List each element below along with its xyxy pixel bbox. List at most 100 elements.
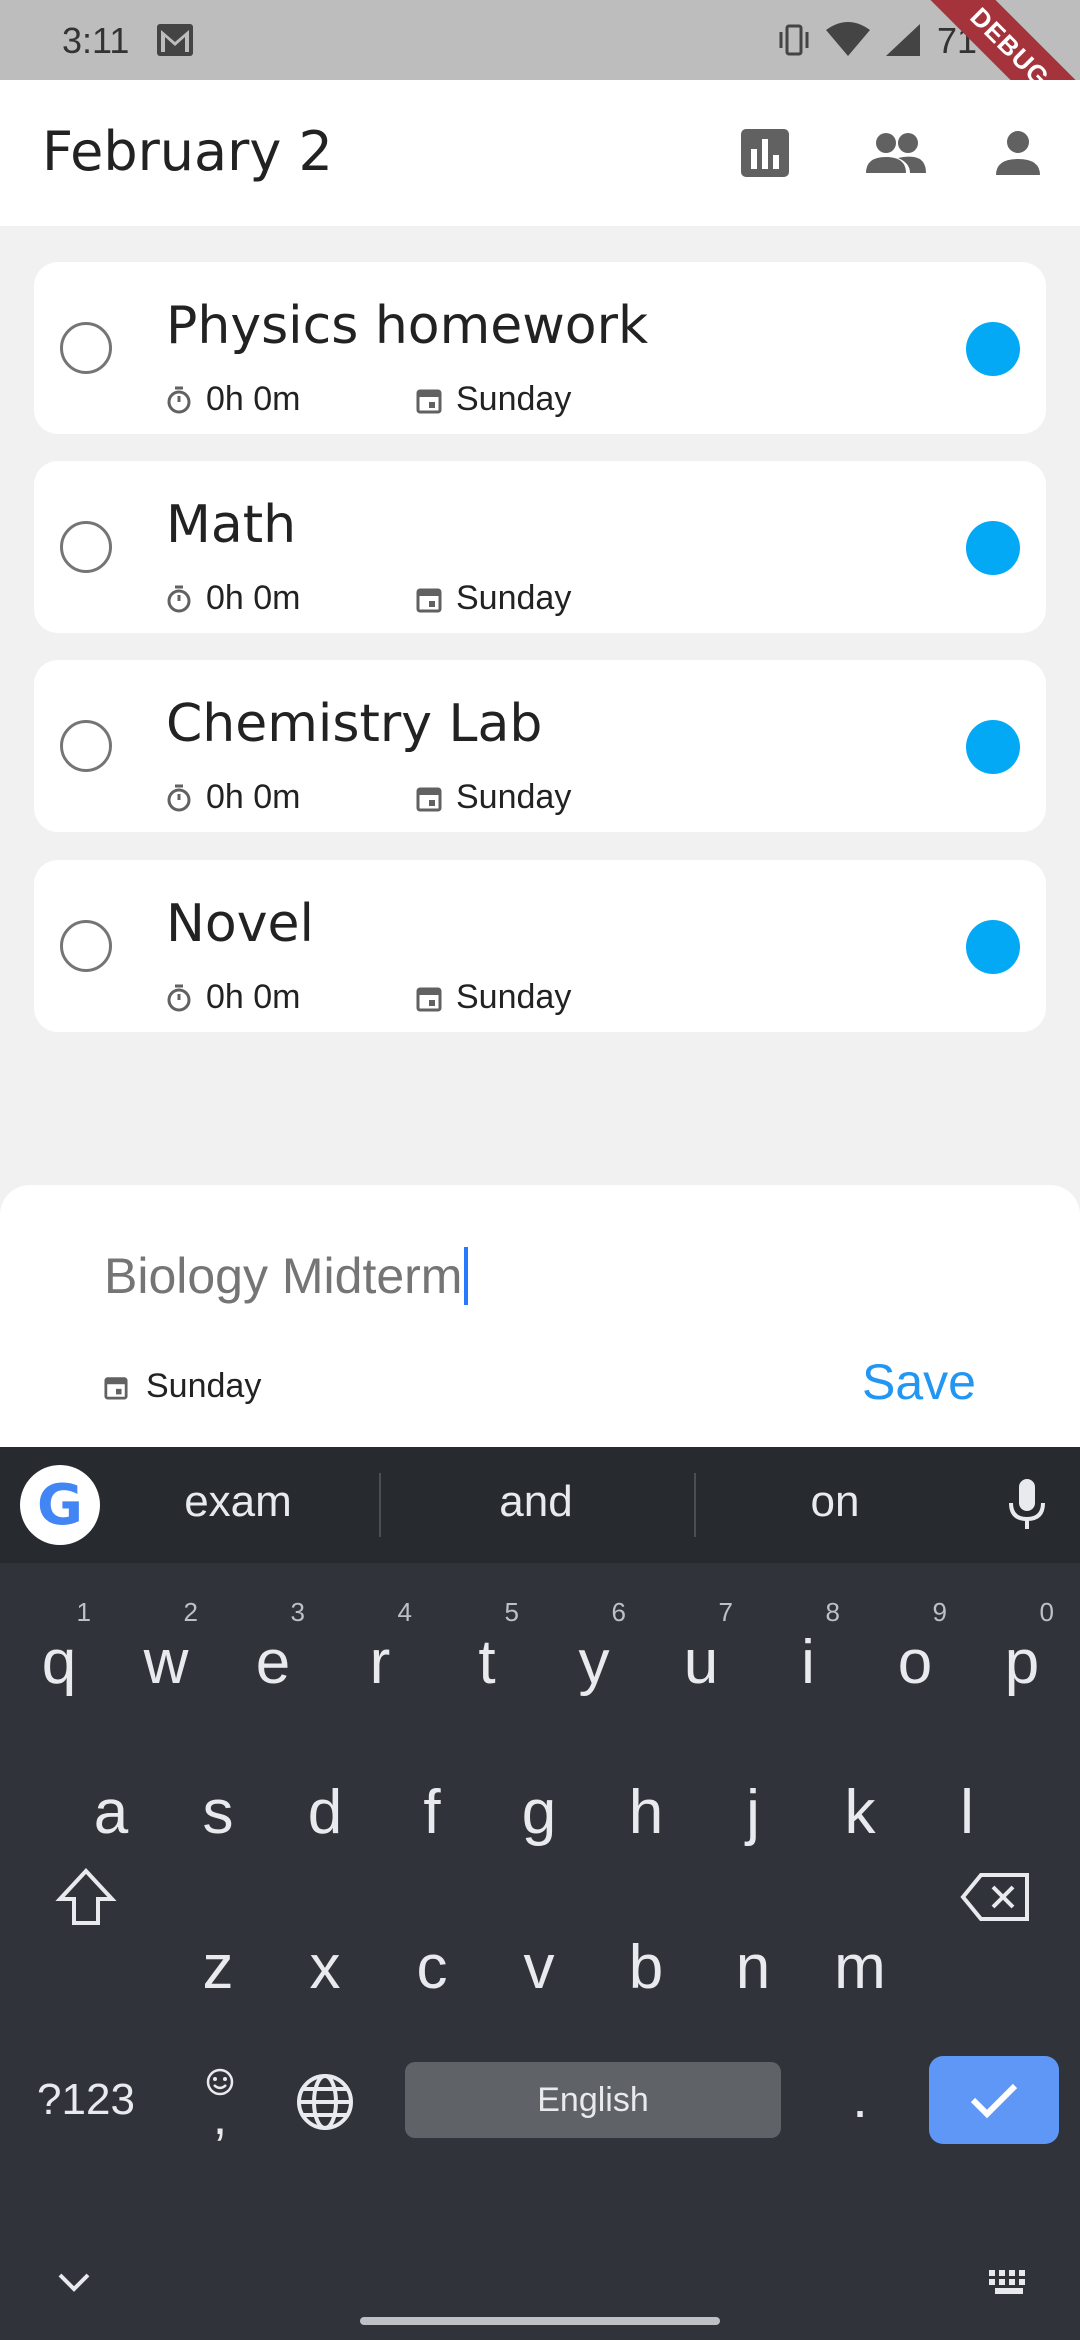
letter-key[interactable]: o9 [865,1587,965,1727]
complete-checkbox[interactable] [60,920,112,972]
due-date-picker[interactable]: Sunday [104,1367,261,1406]
complete-checkbox[interactable] [60,521,112,573]
group-icon[interactable] [858,120,934,186]
letter-key[interactable]: q1 [9,1587,109,1727]
save-button[interactable]: Save [862,1353,976,1411]
app-bar: February 2 [0,80,1080,226]
letter-key[interactable]: z [168,1892,268,2032]
complete-checkbox[interactable] [60,322,112,374]
bar-chart-icon[interactable] [732,120,798,186]
letter-key[interactable]: x [275,1892,375,2032]
key-label: x [309,1933,341,2002]
suggestion[interactable]: on [735,1477,935,1527]
task-day-label: Sunday [456,978,572,1016]
period-key[interactable]: . [825,2052,895,2142]
task-time: 0h 0m [206,778,301,816]
letter-key[interactable]: t5 [437,1587,537,1727]
letter-key[interactable]: v [489,1892,589,2032]
task-color-dot [966,322,1020,376]
key-label: u [683,1628,719,1697]
letter-key[interactable]: u7 [651,1587,751,1727]
letter-key[interactable]: l [917,1737,1017,1877]
task-name: Chemistry Lab [166,694,543,754]
task-duration: 0h 0m [166,380,301,419]
key-label: n [735,1933,771,2002]
letter-key[interactable]: p0 [972,1587,1072,1727]
suggestion[interactable]: exam [138,1477,338,1527]
microphone-icon[interactable] [1006,1477,1048,1538]
key-label: y [578,1628,610,1697]
suggestion-strip: G exam and on [0,1447,1080,1563]
timer-icon [167,784,191,811]
gesture-nav-handle[interactable] [360,2317,720,2325]
task-day-label: Sunday [456,579,572,617]
keyboard-switch-icon[interactable] [980,2262,1040,2302]
letter-key[interactable]: h [596,1737,696,1877]
soft-keyboard: G exam and on q1w2e3r4t5y6u7i8o9p0asdfgh… [0,1447,1080,2340]
person-icon[interactable] [985,120,1051,186]
key-digit-hint: 0 [1039,1597,1054,1627]
key-label: j [746,1778,760,1847]
letter-key[interactable]: n [703,1892,803,2032]
calendar-icon [104,1376,128,1399]
key-label: h [628,1778,664,1847]
divider [379,1473,381,1537]
task-day-label: Sunday [456,380,572,418]
emoji-comma-key[interactable]: , [180,2047,260,2157]
hide-keyboard-icon[interactable] [50,2262,98,2302]
globe-icon[interactable] [290,2067,360,2137]
task-name: Physics homework [166,296,649,356]
enter-key[interactable] [929,2056,1059,2144]
letter-key[interactable]: f [382,1737,482,1877]
vibrate-icon [776,22,812,63]
letter-key[interactable]: s [168,1737,268,1877]
letter-key[interactable]: a [61,1737,161,1877]
key-label: o [897,1628,933,1697]
complete-checkbox[interactable] [60,720,112,772]
letter-key[interactable]: d [275,1737,375,1877]
timer-icon [167,386,191,413]
key-label: v [523,1933,555,2002]
letter-key[interactable]: y6 [544,1587,644,1727]
wifi-icon [824,22,872,63]
letter-key[interactable]: e3 [223,1587,323,1727]
checkmark-icon [970,2083,1018,2119]
key-label: q [41,1628,77,1697]
letter-key[interactable]: b [596,1892,696,2032]
letter-key[interactable]: w2 [116,1587,216,1727]
text-caret [464,1247,469,1305]
task-card[interactable]: Physics homework 0h 0m Sunday [34,262,1046,434]
shift-key[interactable] [50,1857,122,1937]
task-time: 0h 0m [206,579,301,617]
suggestion[interactable]: and [436,1477,636,1527]
task-card[interactable]: Chemistry Lab 0h 0m Sunday [34,660,1046,832]
task-name: Novel [166,894,314,954]
key-label: k [844,1778,876,1847]
google-icon[interactable]: G [20,1465,100,1545]
task-duration: 0h 0m [166,579,301,618]
space-key[interactable]: English [405,2062,781,2138]
task-name: Math [166,495,297,555]
letter-key[interactable]: k [810,1737,910,1877]
task-card[interactable]: Math 0h 0m Sunday [34,461,1046,633]
letter-key[interactable]: i8 [758,1587,858,1727]
task-color-dot [966,920,1020,974]
symbols-key[interactable]: ?123 [22,2063,150,2137]
task-day: Sunday [416,380,571,419]
backspace-icon [960,1873,1029,1921]
letter-key[interactable]: j [703,1737,803,1877]
key-digit-hint: 3 [290,1597,305,1627]
letter-key[interactable]: g [489,1737,589,1877]
task-day: Sunday [416,579,571,618]
new-task-sheet: Biology Midterm Sunday Save [0,1185,1080,1447]
backspace-key[interactable] [955,1857,1035,1937]
key-label: f [423,1778,441,1847]
letter-key[interactable]: m [810,1892,910,2032]
letter-key[interactable]: c [382,1892,482,2032]
letter-key[interactable]: r4 [330,1587,430,1727]
key-label: z [202,1933,234,2002]
task-card[interactable]: Novel 0h 0m Sunday [34,860,1046,1032]
key-label: e [255,1628,291,1697]
task-name-input[interactable]: Biology Midterm [104,1241,904,1311]
task-day: Sunday [416,778,571,817]
